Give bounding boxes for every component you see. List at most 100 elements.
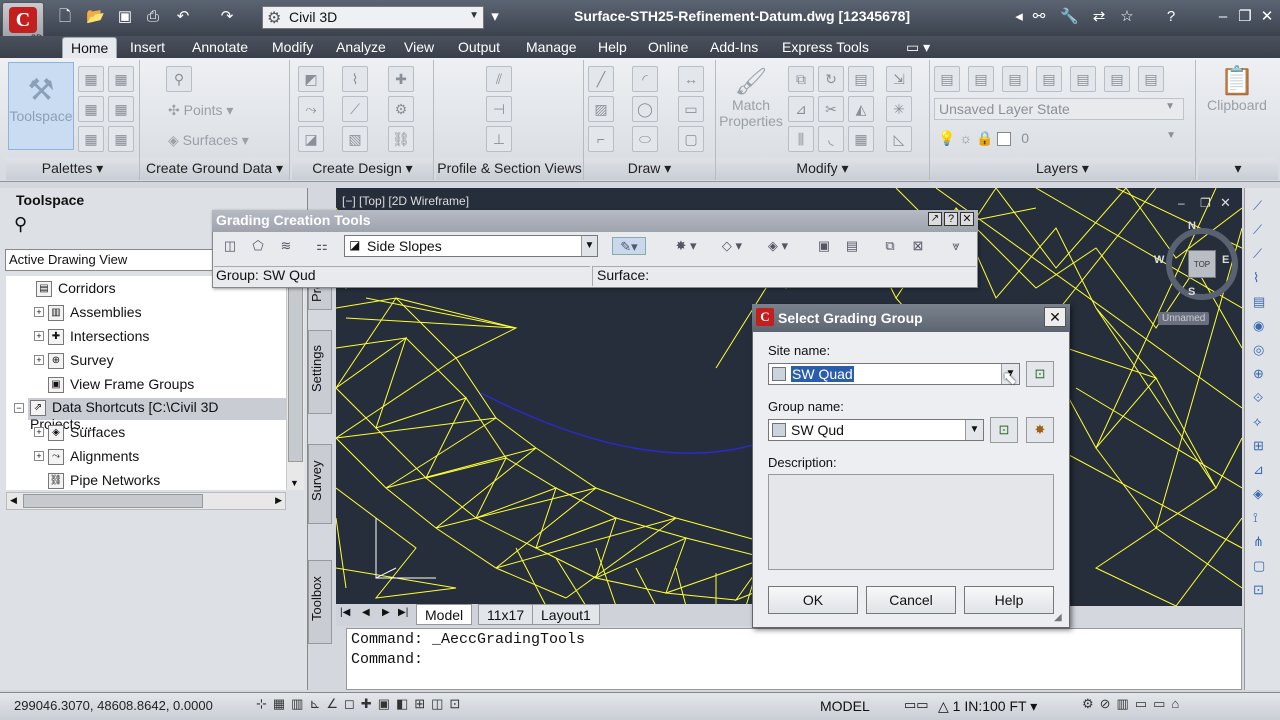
panel-label-create-ground[interactable]: Create Ground Data ▾ [140, 158, 289, 180]
model-space-toggle[interactable]: MODEL [820, 698, 870, 714]
layout-nav-prev-icon[interactable]: ◀ [362, 607, 370, 618]
layer-iso-icon[interactable]: ▤ [1002, 66, 1028, 92]
create-grading-icon[interactable]: ✎▾ [612, 237, 646, 255]
expand-icon[interactable]: + [34, 331, 44, 341]
ellipse-icon[interactable]: ⬭ [632, 126, 658, 152]
viewport-restore-icon[interactable]: ❐ [1200, 196, 1211, 210]
tree-vertical-scrollbar[interactable]: ▼ [286, 276, 304, 490]
ribbon-minimize-icon[interactable]: ▭ ▾ [898, 37, 938, 58]
set-target-surface-icon[interactable]: ⬠ [248, 237, 268, 255]
command-prompt[interactable]: Command: [351, 651, 1237, 671]
coordinate-readout[interactable]: 299046.3070, 48608.8642, 0.0000 [14, 698, 213, 713]
palette-icon-1[interactable]: ▦ [78, 66, 104, 92]
delete-grading-icon[interactable]: ⊠ [908, 237, 928, 255]
tool-icon-11[interactable]: ⊞ [1253, 438, 1264, 454]
panel-label-palettes[interactable]: Palettes ▾ [6, 158, 139, 180]
parcel-icon[interactable]: ◩ [298, 66, 324, 92]
tool-icon-7[interactable]: ◎ [1253, 342, 1264, 358]
panel-label-layers[interactable]: Layers ▾ [930, 158, 1195, 180]
create-infill-icon[interactable]: ✸ ▾ [666, 237, 706, 255]
tool-icon-1[interactable]: ⟋ [1253, 198, 1262, 214]
array-icon[interactable]: ▤ [848, 66, 874, 92]
expand-icon[interactable]: + [34, 307, 44, 317]
trim-icon[interactable]: ✂ [818, 96, 844, 122]
tool-icon-15[interactable]: ⋔ [1253, 534, 1264, 550]
criteria-set-select[interactable]: ◪ Side Slopes ▼ [344, 235, 598, 257]
tab-online[interactable]: Online [640, 37, 696, 58]
panel-label-create-design[interactable]: Create Design ▾ [292, 158, 433, 180]
resize-grip-icon[interactable]: ◢ [1054, 612, 1062, 623]
palette-icon-2[interactable]: ▦ [108, 66, 134, 92]
collapse-icon[interactable]: − [14, 403, 24, 413]
tab-annotate[interactable]: Annotate [184, 37, 256, 58]
grading-editor-icon[interactable]: ▣ [814, 237, 834, 255]
scale-icon[interactable]: ◭ [848, 96, 874, 122]
back-icon[interactable]: ◂ [1010, 8, 1028, 26]
tool-icon-4[interactable]: ⌇ [1253, 270, 1259, 286]
expand-icon[interactable]: + [34, 427, 44, 437]
quick-view-layouts-icon[interactable]: ▭▭ [904, 697, 929, 713]
viewcube-top-face[interactable]: TOP [1188, 250, 1216, 278]
layer-properties-icon[interactable]: ▤ [934, 66, 960, 92]
paste-button[interactable]: 📋 Clipboard [1198, 64, 1276, 150]
site-name-select[interactable]: SW Quad ▼ [768, 363, 1020, 385]
tab-express-tools[interactable]: Express Tools [774, 37, 877, 58]
annotation-scale-select[interactable]: △ 1 IN:100 FT ▾ [938, 698, 1037, 715]
help-icon[interactable]: ? [944, 212, 958, 226]
grading-tools-title[interactable]: Grading Creation Tools [212, 210, 978, 232]
status-tray-icons[interactable]: ⚙⊘▥▭▭⌂ [1082, 696, 1185, 712]
layout-nav-last-icon[interactable]: ▶| [398, 607, 408, 618]
current-layer-select[interactable]: 💡 ☼ 🔒 0 ▼ [934, 128, 1184, 150]
palette-icon-6[interactable]: ▦ [108, 126, 134, 152]
tool-icon-14[interactable]: ⟟ [1253, 510, 1258, 526]
stretch-icon[interactable]: ⇲ [886, 66, 912, 92]
layout-tab-11x17[interactable]: 11x17 [478, 604, 534, 625]
compass-w[interactable]: W [1154, 254, 1164, 266]
tab-output[interactable]: Output [450, 37, 508, 58]
tree-item-assemblies[interactable]: ▥ Assemblies [48, 304, 142, 326]
group-properties-button[interactable]: ⊡ [990, 417, 1018, 443]
palette-icon-4[interactable]: ▦ [108, 96, 134, 122]
match-properties-button[interactable]: 🖌 Match Properties [718, 66, 784, 148]
open-folder-icon[interactable]: 📂 [86, 8, 105, 26]
pipe-network-icon[interactable]: ⛓ [388, 126, 414, 152]
tree-item-view-frame-groups[interactable]: ▣ View Frame Groups [48, 376, 194, 398]
layout-tab-layout1[interactable]: Layout1 [532, 604, 600, 625]
undo-icon[interactable]: ↶ [174, 8, 192, 26]
tree-item-corridors[interactable]: ▤ Corridors [36, 280, 116, 302]
toolspace-tab-settings[interactable]: Settings [308, 330, 332, 414]
scroll-left-icon[interactable]: ◀ [10, 495, 17, 506]
copy-icon[interactable]: ⧉ [788, 66, 814, 92]
new-file-icon[interactable]: 🗋 [56, 8, 74, 26]
select-criteria-set-icon[interactable]: ⚏ [312, 237, 332, 255]
restore-icon[interactable]: ❐ [1236, 8, 1254, 26]
set-grading-group-icon[interactable]: ◫ [220, 237, 240, 255]
tree-item-pipe-networks[interactable]: ⛓ Pipe Networks [48, 472, 160, 494]
arc-icon[interactable]: ◜ [632, 66, 658, 92]
viewport-close-icon[interactable]: ✕ [1220, 195, 1231, 211]
polyline-icon[interactable]: ⌐ [588, 126, 614, 152]
binoculars-icon[interactable]: ⚯ [1030, 8, 1048, 26]
rotate-icon[interactable]: ↻ [818, 66, 844, 92]
move-icon[interactable]: ↔ [678, 66, 704, 92]
tool-icon-9[interactable]: ⟐ [1253, 390, 1263, 406]
toolspace-search-button[interactable]: ⚲ [6, 214, 206, 244]
tool-icon-16[interactable]: ▢ [1253, 558, 1265, 574]
panel-label-clipboard[interactable]: ▾ [1198, 158, 1278, 180]
tool-icon-8[interactable]: ⊕ [1253, 366, 1264, 382]
boundary-icon[interactable]: ▢ [678, 126, 704, 152]
command-window[interactable]: Command: _AeccGradingTools Command: [346, 628, 1242, 690]
line-icon[interactable]: ╱ [588, 66, 614, 92]
close-icon[interactable]: ✕ [960, 212, 974, 226]
tool-icon-6[interactable]: ◉ [1253, 318, 1264, 334]
chamfer-icon[interactable]: ◺ [886, 126, 912, 152]
help-icon[interactable]: ? [1162, 8, 1180, 26]
layout-tab-model[interactable]: Model [416, 604, 473, 625]
scroll-right-icon[interactable]: ▶ [275, 495, 282, 506]
layout-nav-first-icon[interactable]: |◀ [340, 607, 350, 618]
tool-icon-3[interactable]: ⟋ [1253, 246, 1262, 262]
import-survey-icon[interactable]: ⚲ [166, 66, 192, 92]
intersection-icon[interactable]: ✚ [388, 66, 414, 92]
offset-icon[interactable]: ⫼ [788, 126, 814, 152]
tab-home[interactable]: Home [62, 37, 118, 58]
